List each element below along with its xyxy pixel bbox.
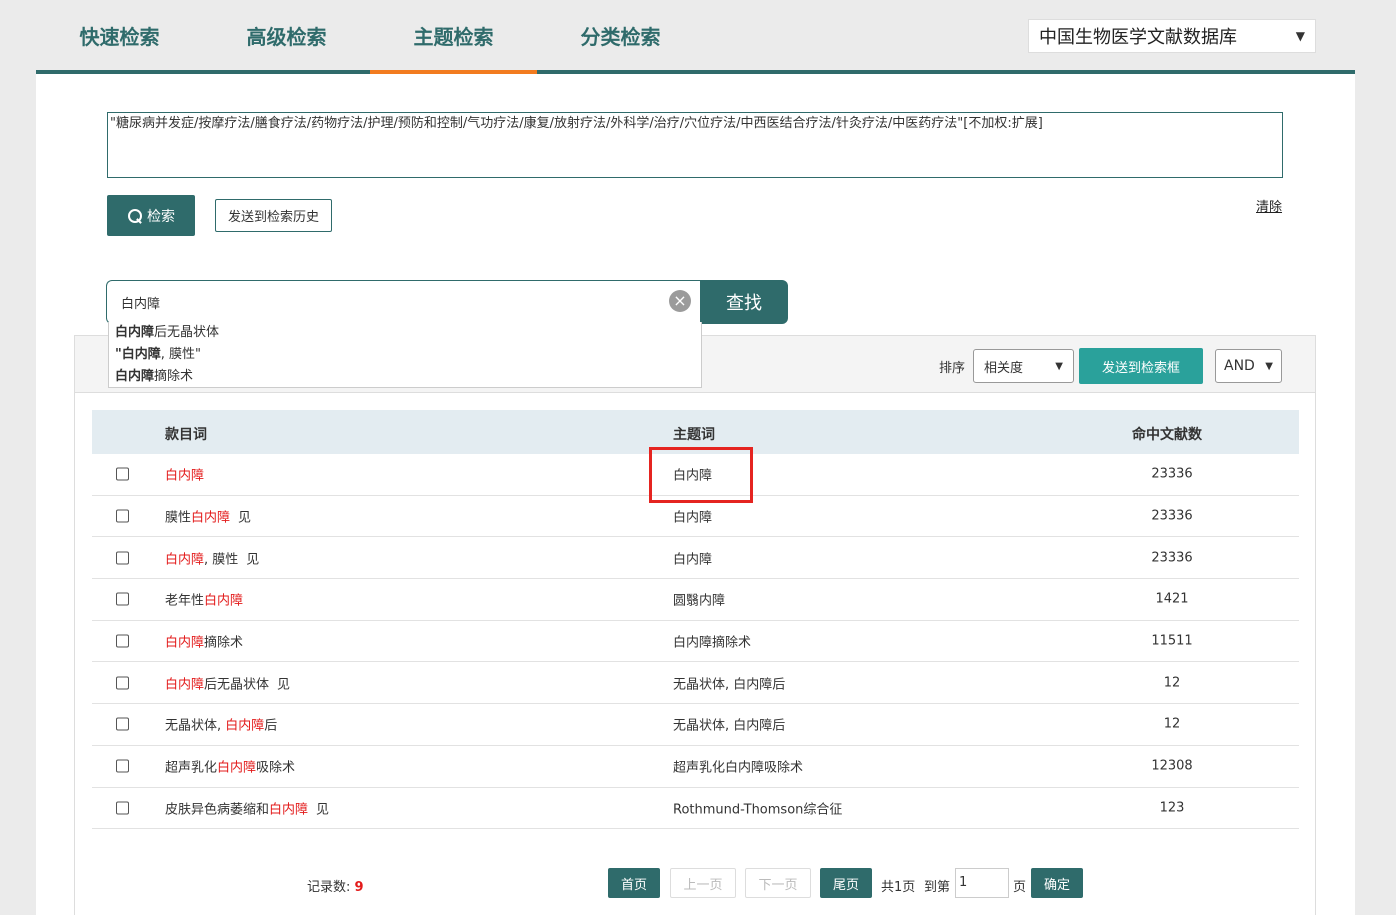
header-count: 命中文献数 — [1132, 427, 1202, 443]
row-checkbox[interactable] — [116, 467, 129, 481]
send-to-query-button[interactable]: 发送到检索框 — [1079, 348, 1203, 384]
table-row: 老年性白内障 圆翳内障 1421 — [92, 579, 1299, 621]
see-reference: 见 — [246, 552, 260, 568]
database-select-value: 中国生物医学文献数据库 — [1039, 27, 1237, 48]
chevron-down-icon: ▼ — [1295, 29, 1305, 43]
last-page-button[interactable]: 尾页 — [820, 868, 872, 898]
query-textarea[interactable]: "糖尿病并发症/按摩疗法/膳食疗法/药物疗法/护理/预防和控制/气功疗法/康复/… — [107, 112, 1283, 178]
operator-select-value: AND — [1224, 358, 1255, 374]
highlight-annotation-box — [649, 447, 753, 503]
entry-term: 超声乳化白内障吸除术 — [165, 760, 296, 776]
row-checkbox[interactable] — [116, 676, 129, 690]
term-search-value: 白内障 — [121, 296, 161, 312]
hit-count: 123 — [1159, 800, 1185, 816]
operator-select[interactable]: AND ▼ — [1215, 349, 1282, 383]
row-checkbox[interactable] — [116, 634, 129, 648]
sort-select[interactable]: 相关度 ▼ — [973, 349, 1074, 383]
row-checkbox[interactable] — [116, 717, 129, 731]
tab-advanced-search[interactable]: 高级检索 — [203, 0, 370, 70]
entry-term: 白内障后无晶状体见 — [165, 677, 291, 693]
suggestion-item[interactable]: 白内障摘除术 — [115, 366, 701, 388]
subject-heading[interactable]: 白内障 — [673, 548, 712, 567]
subject-heading[interactable]: Rothmund-Thomson综合征 — [673, 798, 842, 817]
hit-count: 1421 — [1155, 591, 1189, 607]
table-row: 白内障, 膜性见 白内障 23336 — [92, 537, 1299, 580]
row-checkbox[interactable] — [116, 801, 129, 815]
row-checkbox[interactable] — [116, 551, 129, 565]
page-number-input[interactable]: 1 — [955, 868, 1009, 898]
subject-heading[interactable]: 白内障 — [673, 507, 712, 526]
goto-label: 到第 — [924, 880, 951, 895]
search-icon — [127, 208, 143, 224]
search-button-label: 检索 — [147, 208, 175, 225]
hit-count: 12 — [1163, 716, 1181, 732]
total-pages: 共1页 — [881, 880, 916, 895]
entry-term: 老年性白内障 — [165, 593, 244, 609]
chevron-down-icon: ▼ — [1265, 360, 1273, 372]
see-reference: 见 — [316, 802, 330, 818]
suggestion-dropdown: 白内障后无晶状体 "白内障, 膜性" 白内障摘除术 — [108, 322, 702, 388]
header-entry: 款目词 — [165, 427, 207, 443]
clear-input-icon[interactable]: × — [669, 290, 691, 312]
table-row: 白内障后无晶状体见 无晶状体, 白内障后 12 — [92, 662, 1299, 705]
next-page-button[interactable]: 下一页 — [745, 868, 811, 898]
table-row: 皮肤异色病萎缩和白内障见 Rothmund-Thomson综合征 123 — [92, 788, 1299, 830]
entry-term: 膜性白内障见 — [165, 510, 252, 526]
chevron-down-icon: ▼ — [1055, 360, 1063, 372]
subject-heading[interactable]: 无晶状体, 白内障后 — [673, 715, 785, 734]
entry-term: 白内障, 膜性见 — [165, 552, 260, 568]
table-row: 超声乳化白内障吸除术 超声乳化白内障吸除术 12308 — [92, 746, 1299, 788]
hit-count: 23336 — [1151, 466, 1193, 482]
prev-page-button[interactable]: 上一页 — [670, 868, 736, 898]
tab-subject-search[interactable]: 主题检索 — [370, 0, 537, 74]
page-unit-label: 页 — [1013, 880, 1027, 895]
entry-term: 无晶状体, 白内障后 — [165, 718, 278, 734]
tab-quick-search[interactable]: 快速检索 — [36, 0, 203, 70]
header-subject: 主题词 — [673, 427, 715, 443]
table-body: 白内障 白内障 23336 膜性白内障见白内障 23336 白内障, 膜性见白内障 2333… — [92, 454, 1299, 830]
entry-term: 白内障 — [165, 468, 205, 484]
suggestion-item[interactable]: "白内障, 膜性" — [115, 344, 701, 366]
hit-count: 12 — [1163, 675, 1181, 691]
search-button[interactable]: 检索 — [107, 195, 195, 236]
suggestion-item[interactable]: 白内障后无晶状体 — [115, 322, 701, 344]
see-reference: 见 — [277, 677, 291, 693]
row-checkbox[interactable] — [116, 509, 129, 523]
subject-heading[interactable]: 无晶状体, 白内障后 — [673, 673, 785, 692]
see-reference: 见 — [238, 510, 252, 526]
results-section: 排序 相关度 ▼ 发送到检索框 AND ▼ 款目词 主题词 命中文献数 白内障白… — [74, 335, 1316, 915]
row-checkbox[interactable] — [116, 592, 129, 606]
record-count: 记录数: 9 — [307, 880, 364, 895]
clear-link[interactable]: 清除 — [1256, 196, 1282, 215]
find-button[interactable]: 查找 — [700, 280, 788, 324]
entry-term: 皮肤异色病萎缩和白内障见 — [165, 802, 330, 818]
hit-count: 11511 — [1151, 633, 1193, 649]
confirm-page-button[interactable]: 确定 — [1031, 868, 1083, 898]
table-row: 无晶状体, 白内障后 无晶状体, 白内障后 12 — [92, 704, 1299, 746]
subject-heading[interactable]: 超声乳化白内障吸除术 — [673, 757, 803, 776]
hit-count: 23336 — [1151, 508, 1193, 524]
first-page-button[interactable]: 首页 — [608, 868, 660, 898]
subject-heading[interactable]: 白内障摘除术 — [673, 632, 751, 651]
database-select[interactable]: 中国生物医学文献数据库 ▼ — [1028, 19, 1316, 53]
sort-label: 排序 — [939, 361, 966, 376]
pagination: 记录数: 9 首页 上一页 下一页 尾页 共1页 到第 1 页 确定 — [0, 867, 1396, 899]
table-row: 白内障摘除术 白内障摘除术 11511 — [92, 621, 1299, 663]
hit-count: 23336 — [1151, 550, 1193, 566]
tab-classification-search[interactable]: 分类检索 — [537, 0, 704, 70]
subject-heading[interactable]: 圆翳内障 — [673, 590, 725, 609]
entry-term: 白内障摘除术 — [165, 635, 244, 651]
row-checkbox[interactable] — [116, 759, 129, 773]
sort-select-value: 相关度 — [984, 360, 1024, 376]
send-to-history-button[interactable]: 发送到检索历史 — [215, 199, 332, 232]
term-search-input[interactable]: 白内障 — [106, 280, 702, 324]
hit-count: 12308 — [1151, 758, 1193, 774]
